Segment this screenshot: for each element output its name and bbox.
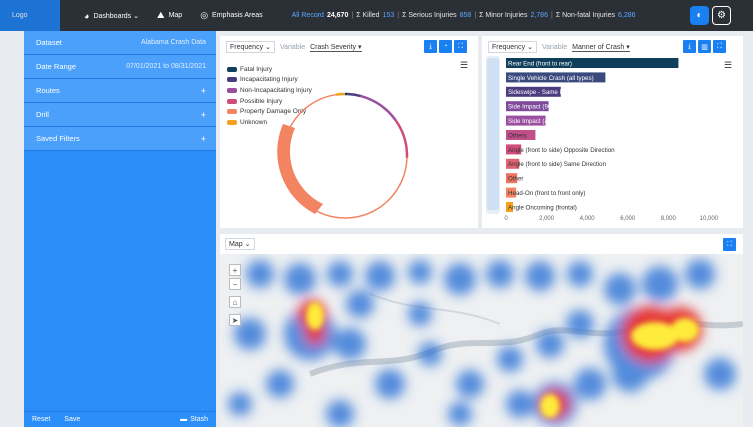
map-expand-button[interactable]: ⛶ [723, 238, 736, 251]
nav-emphasis-areas[interactable]: ◎ Emphasis Areas [200, 10, 262, 21]
plus-icon: + [232, 265, 238, 275]
sidebar-saved-filters[interactable]: Saved Filters + [24, 127, 216, 151]
x-tick-label: 2,000 [539, 216, 555, 222]
stat-non-fatal-injuries: Σ Non-fatal Injuries 6,286 [555, 12, 636, 19]
pie-slice[interactable] [360, 94, 398, 122]
bar-label: Angle Oncoming (frontal) [508, 204, 577, 211]
nav-dashboards[interactable]: ◕ Dashboards ⌄ [84, 11, 139, 21]
main-nav: ◕ Dashboards ⌄ ⛰ Map ◎ Emphasis Areas [84, 10, 263, 21]
stash-button[interactable]: ▬ Stash [180, 416, 208, 423]
plus-icon: + [200, 133, 206, 144]
pie-slice[interactable] [335, 92, 346, 96]
top-right-controls: ◐ ⚙ [690, 6, 731, 25]
minus-icon: − [232, 279, 238, 289]
expand-icon: ⛶ [727, 240, 732, 248]
left-gutter [0, 31, 24, 427]
folder-icon: ▬ [180, 416, 188, 423]
manner-panel: Frequency ⌄ Variable Manner of Crash ▾ ⤓… [482, 36, 743, 228]
sidebar-date-range[interactable]: Date Range 07/01/2021 to 08/31/2021 [24, 55, 216, 79]
manner-bar-chart: Rear End (front to rear) Single Vehicle C… [504, 58, 719, 222]
bar-label: Sideswipe - Same Direction [508, 89, 585, 96]
home-icon: ⌂ [232, 297, 238, 307]
map-layer-select[interactable]: Map ⌄ [225, 238, 255, 250]
compass-icon: ➤ [231, 315, 239, 325]
bar-label: Side Impact (angled) [508, 118, 565, 125]
chevron-down-icon: ⌄ [244, 241, 251, 248]
x-tick-label: 0 [504, 216, 508, 222]
pie-slice[interactable] [394, 120, 409, 158]
compass-button[interactable]: ➤ [229, 314, 241, 326]
sidebar-footer: Reset Save ▬ Stash [24, 411, 216, 427]
contrast-icon: ◐ [696, 10, 703, 21]
bar-label: Rear End (front to rear) [508, 60, 572, 67]
severity-panel: Frequency ⌄ Variable Crash Severity ▾ ⤓ … [220, 36, 478, 228]
save-button[interactable]: Save [64, 416, 80, 423]
settings-icon: ⚙ [717, 10, 726, 21]
x-tick-label: 8,000 [661, 216, 677, 222]
pie-slice[interactable] [347, 92, 362, 98]
map-toolbar: Map ⌄ ⛶ [220, 234, 743, 254]
sidebar: Dataset Alabama Crash Data Date Range 07… [24, 31, 216, 427]
bar-label: Single Vehicle Crash (all types) [508, 75, 594, 82]
bar-label: Angle (front to side) Same Direction [508, 161, 607, 168]
contrast-toggle-button[interactable]: ◐ [690, 6, 709, 25]
x-tick-label: 4,000 [580, 216, 596, 222]
target-icon: ◎ [200, 10, 209, 20]
stat-serious-injuries: Σ Serious Injuries 858 [402, 12, 472, 19]
bar-label: Other [508, 176, 523, 183]
zoom-in-button[interactable]: + [229, 264, 241, 276]
bar-label: Others [508, 132, 527, 139]
stat-all-record: All Record 24,670 [291, 12, 349, 19]
heatmap-layer[interactable] [220, 234, 743, 427]
record-stats: All Record 24,670 | Σ Killed 153 | Σ Ser… [289, 12, 639, 19]
severity-donut-chart [277, 92, 409, 219]
x-tick-label: 10,000 [700, 216, 719, 222]
home-button[interactable]: ⌂ [229, 296, 241, 308]
stat-killed: Σ Killed 153 [356, 12, 395, 19]
heatmap-panel: Map ⌄ ⛶ + − ⌂ ➤ [220, 234, 743, 427]
x-tick-label: 6,000 [620, 216, 636, 222]
settings-button[interactable]: ⚙ [712, 6, 731, 25]
top-bar: Logo ◕ Dashboards ⌄ ⛰ Map ◎ Emphasis Are… [0, 0, 753, 31]
sidebar-routes[interactable]: Routes + [24, 79, 216, 103]
bar-label: Angle (front to side) Opposite Direction [508, 147, 615, 154]
reset-button[interactable]: Reset [32, 416, 50, 423]
map-icon: ⛰ [157, 10, 165, 20]
map-zoom-controls: + − ⌂ ➤ [229, 264, 241, 326]
plus-icon: + [200, 109, 206, 120]
stat-minor-injuries: Σ Minor Injuries 2,786 [479, 12, 548, 19]
pie-chart-icon: ◕ [84, 10, 90, 21]
plus-icon: + [200, 85, 206, 96]
pie-slice-highlight[interactable] [277, 124, 323, 214]
bar-label: Head-On (front to front only) [508, 190, 585, 197]
logo[interactable]: Logo [0, 0, 60, 31]
bar-label: Side Impact (90 degrees) [508, 104, 577, 111]
sidebar-dataset[interactable]: Dataset Alabama Crash Data [24, 31, 216, 55]
zoom-out-button[interactable]: − [229, 278, 241, 290]
sidebar-drill[interactable]: Drill + [24, 103, 216, 127]
nav-map[interactable]: ⛰ Map [157, 10, 182, 21]
